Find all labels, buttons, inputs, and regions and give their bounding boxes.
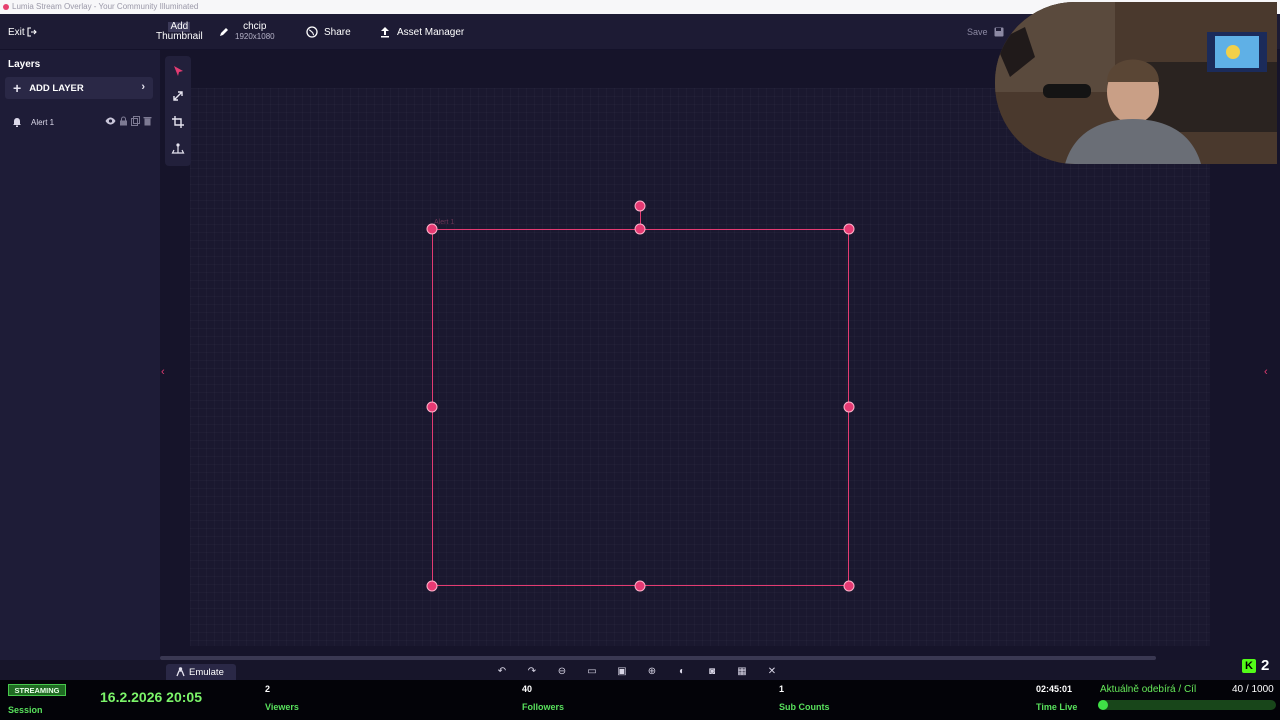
followers-value: 40 (522, 684, 533, 694)
alert-layer-selection[interactable] (432, 229, 849, 586)
project-resolution: 1920x1080 (235, 32, 275, 41)
time-live-label: Time Live (1036, 702, 1078, 712)
selected-layer-tag: Alert 1 (434, 219, 455, 226)
resize-icon[interactable] (171, 89, 185, 103)
share-label: Share (324, 26, 351, 38)
share-button[interactable]: Share (306, 14, 351, 50)
resize-handle-bottom[interactable] (634, 580, 646, 592)
viewers-value: 2 (265, 684, 271, 694)
pencil-icon (220, 28, 228, 36)
plus-icon: + (13, 80, 22, 96)
redo-icon[interactable]: ↷ (526, 666, 538, 678)
zoom-icon[interactable]: ⊖ (556, 666, 568, 678)
rotate-handle[interactable] (634, 200, 646, 212)
center-icon[interactable]: ▣ (616, 666, 628, 678)
copy-icon[interactable] (131, 116, 140, 126)
exit-icon (27, 27, 37, 37)
resize-handle-top-left[interactable] (426, 223, 438, 235)
session-datetime: 16.2.2026 20:05 (100, 689, 202, 705)
save-button[interactable]: Save (967, 14, 1004, 50)
layers-title: Layers (8, 59, 41, 70)
undo-icon[interactable]: ↶ (496, 666, 508, 678)
sub-goal-title: Aktuálně odebírá / Cíl (1100, 684, 1197, 695)
resize-handle-top-right[interactable] (843, 223, 855, 235)
horizontal-scrollbar[interactable] (160, 656, 1156, 660)
viewers-label: Viewers (265, 702, 299, 712)
sub-goal-progress-fill (1098, 700, 1108, 710)
window-title: Lumia Stream Overlay - Your Community Il… (12, 2, 199, 11)
emulate-label: Emulate (189, 666, 224, 678)
zoom-in-icon[interactable]: ⊕ (646, 666, 658, 678)
lock-icon[interactable] (119, 116, 128, 126)
app-logo-icon (3, 4, 9, 10)
asset-manager-label: Asset Manager (397, 26, 465, 38)
streaming-status-badge: STREAMING (8, 684, 66, 696)
time-live-value: 02:45:01 (1036, 684, 1073, 694)
layers-panel (0, 50, 160, 660)
resize-handle-left[interactable] (426, 401, 438, 413)
sub-counts-value: 1 (779, 684, 785, 694)
followers-label: Followers (522, 702, 565, 712)
person-icon (176, 667, 185, 677)
emulate-button[interactable]: Emulate (166, 664, 236, 680)
resize-handle-bottom-right[interactable] (843, 580, 855, 592)
project-name: chcip (243, 21, 267, 32)
save-icon (994, 27, 1004, 37)
grid-icon[interactable]: ▦ (736, 666, 748, 678)
crop-icon[interactable] (171, 115, 185, 129)
contrast-icon[interactable]: ◐ (676, 666, 688, 678)
kick-viewer-count: 2 (1261, 657, 1270, 674)
add-layer-label: ADD LAYER (29, 82, 84, 94)
tool-strip (165, 56, 191, 166)
webcam-overlay (995, 2, 1277, 164)
layer-name: Alert 1 (31, 117, 55, 127)
exit-button[interactable]: Exit (8, 14, 37, 50)
layer-item[interactable]: Alert 1 (8, 114, 154, 130)
asset-manager-button[interactable]: Asset Manager (380, 14, 464, 50)
alert-icon (13, 118, 21, 127)
pointer-icon[interactable] (171, 64, 185, 78)
trash-icon[interactable] (143, 116, 152, 126)
resize-handle-bottom-left[interactable] (426, 580, 438, 592)
canvas-bottom-toolbar: ↶ ↷ ⊖ ▭ ▣ ⊕ ◐ ◙ ▦ ✕ (496, 666, 786, 678)
camera-icon[interactable]: ◙ (706, 666, 718, 678)
thumbnail-label-line2: Thumbnail (156, 31, 203, 42)
collapse-left-panel-chevron-left-icon[interactable]: ‹ (161, 366, 165, 378)
eye-icon[interactable] (105, 116, 116, 126)
session-label: Session (8, 705, 43, 715)
exit-label: Exit (8, 26, 25, 38)
upload-icon (381, 27, 389, 38)
anchor-icon[interactable] (171, 141, 185, 155)
add-layer-button[interactable]: + ADD LAYER › (5, 77, 153, 99)
mute-icon[interactable]: ✕ (766, 666, 778, 678)
resize-handle-top[interactable] (634, 223, 646, 235)
resize-handle-right[interactable] (843, 401, 855, 413)
fit-screen-icon[interactable]: ▭ (586, 666, 598, 678)
sub-goal-progress-track (1098, 700, 1276, 710)
sub-counts-label: Sub Counts (779, 702, 830, 712)
collapse-right-panel-chevron-left-icon[interactable]: ‹ (1264, 366, 1268, 378)
sub-goal-count: 40 / 1000 (1232, 684, 1274, 695)
kick-logo-icon: K (1242, 659, 1256, 673)
project-name-button[interactable]: chcip 1920x1080 (218, 14, 275, 50)
globe-icon (306, 26, 318, 38)
save-label: Save (967, 27, 988, 37)
chevron-right-icon: › (141, 81, 145, 93)
add-thumbnail-button[interactable]: Add Thumbnail (156, 14, 203, 50)
